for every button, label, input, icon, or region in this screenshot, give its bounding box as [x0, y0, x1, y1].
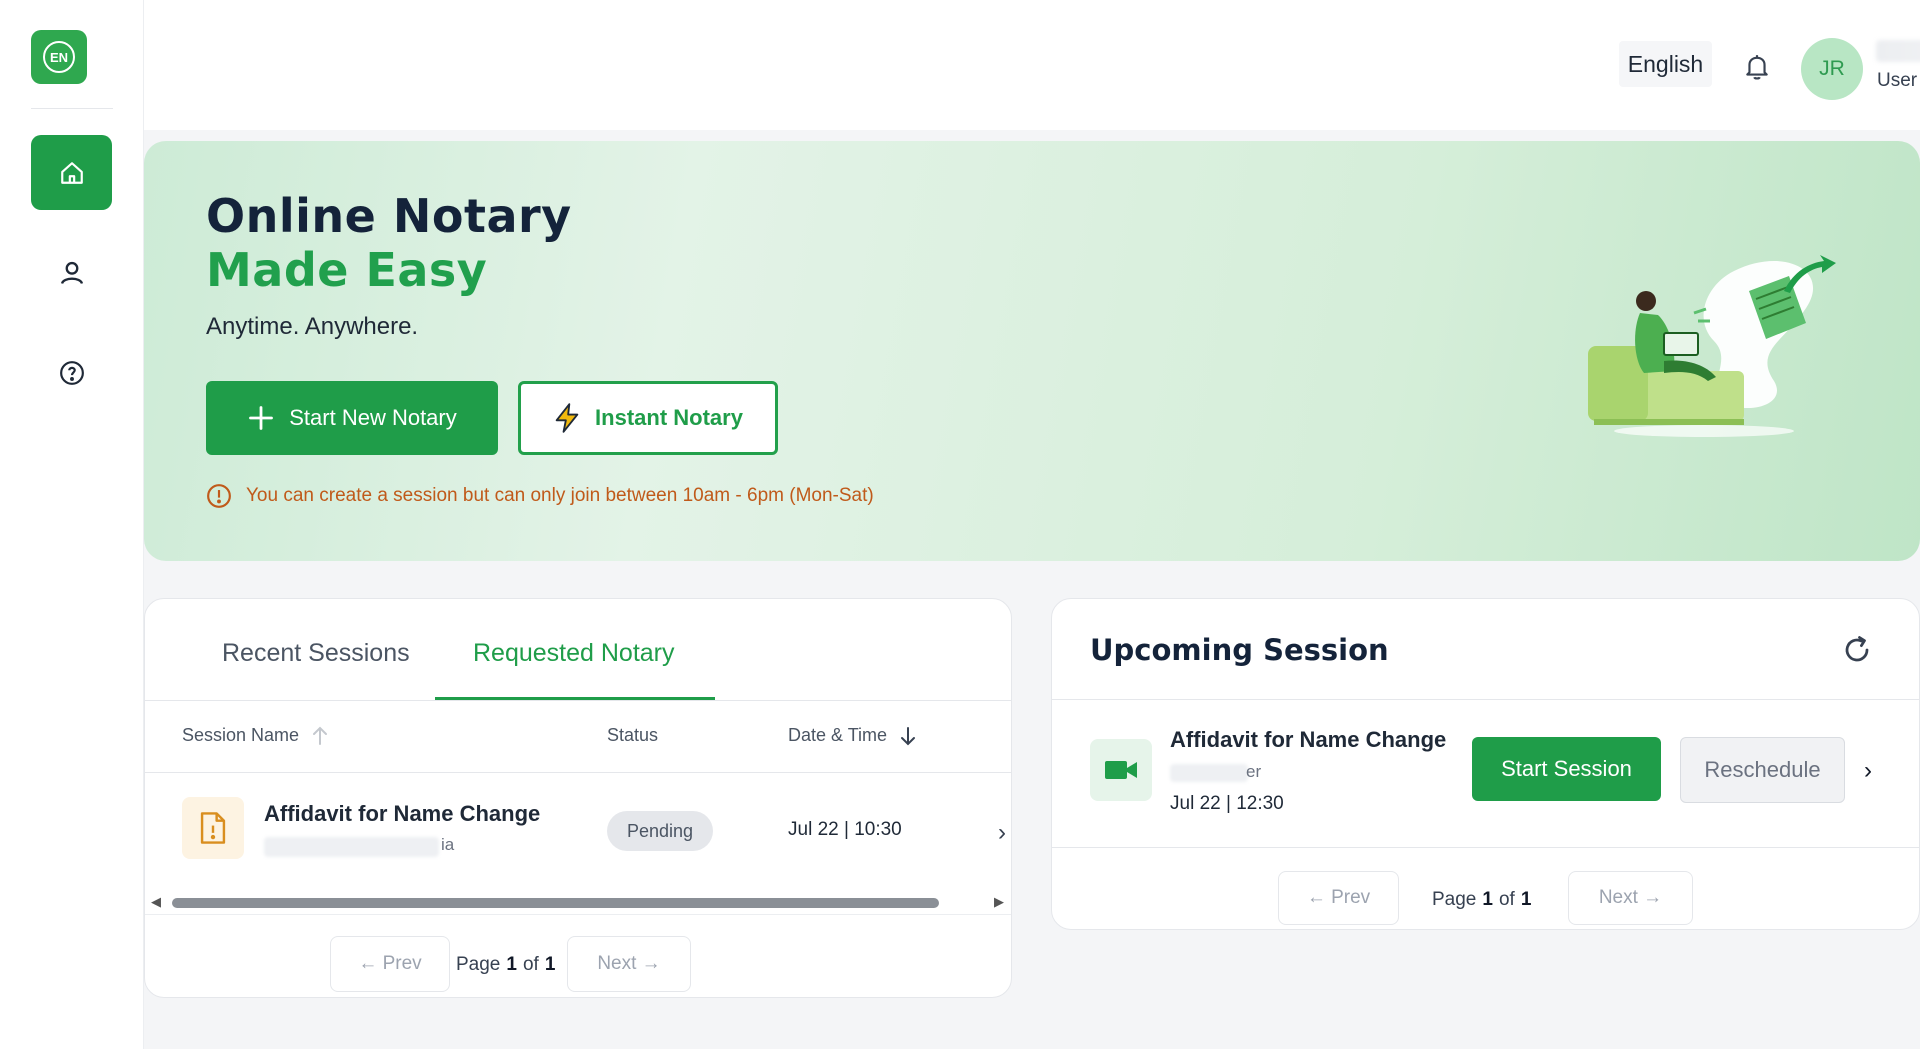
- language-selector[interactable]: English: [1619, 41, 1712, 87]
- prev-page-button[interactable]: ← Prev: [1278, 871, 1399, 925]
- help-icon: [59, 360, 84, 385]
- top-header: English JR User: [144, 0, 1920, 130]
- upcoming-session-card: Upcoming Session Affidavit for Name Chan…: [1051, 598, 1920, 930]
- app-logo[interactable]: EN: [31, 30, 87, 84]
- instant-notary-label: Instant Notary: [595, 405, 743, 430]
- lightning-icon: [555, 403, 579, 433]
- document-alert-icon: [182, 797, 244, 859]
- next-page-button[interactable]: Next →: [567, 936, 691, 992]
- session-title: Affidavit for Name Change: [264, 801, 541, 826]
- home-icon: [60, 161, 83, 184]
- user-role: User: [1877, 70, 1918, 91]
- current-page: 1: [506, 954, 517, 975]
- chevron-right-icon[interactable]: ›: [998, 819, 1006, 847]
- page-label: Page: [1432, 889, 1477, 910]
- hero-title-accent: Made Easy: [206, 243, 488, 297]
- divider: [1052, 847, 1919, 848]
- notary-illustration: [1588, 255, 1836, 437]
- horizontal-scrollbar[interactable]: ◀ ▶: [145, 889, 1011, 915]
- sidebar-item-help[interactable]: [31, 335, 112, 410]
- upcoming-subtitle-redacted: [1170, 764, 1248, 782]
- arrow-up-icon: [313, 726, 328, 745]
- start-session-button[interactable]: Start Session: [1472, 737, 1661, 801]
- session-subtitle: ia: [441, 835, 455, 854]
- refresh-button[interactable]: [1842, 635, 1872, 665]
- notifications-button[interactable]: [1744, 53, 1770, 81]
- table-row[interactable]: Affidavit for Name Change ia Pending Jul…: [145, 774, 1011, 884]
- prev-page-button[interactable]: ← Prev: [330, 936, 450, 992]
- session-hours-notice: You can create a session but can only jo…: [206, 483, 874, 509]
- bell-icon: [1746, 55, 1768, 80]
- plus-icon: [249, 406, 274, 430]
- tab-requested-notary[interactable]: Requested Notary: [473, 639, 675, 668]
- page-indicator: Page 1 of 1: [1432, 889, 1531, 911]
- page-indicator: Page 1 of 1: [456, 954, 555, 976]
- page-label: Page: [456, 954, 501, 975]
- upcoming-datetime: Jul 22 | 12:30: [1170, 793, 1284, 814]
- sidebar-item-profile[interactable]: [31, 235, 112, 310]
- total-pages: 1: [544, 954, 556, 975]
- active-tab-indicator: [435, 697, 715, 700]
- tab-recent-sessions[interactable]: Recent Sessions: [222, 639, 410, 668]
- next-page-button[interactable]: Next →: [1568, 871, 1693, 925]
- of-label: of: [522, 954, 539, 975]
- session-tabs: Recent Sessions Requested Notary: [145, 599, 1011, 701]
- sidebar: EN: [0, 0, 144, 1049]
- sessions-card: Recent Sessions Requested Notary Session…: [144, 598, 1012, 998]
- avatar[interactable]: JR: [1801, 38, 1863, 100]
- column-session-name-label: Session Name: [182, 725, 300, 745]
- upcoming-session-title: Affidavit for Name Change: [1170, 727, 1447, 752]
- chevron-right-icon[interactable]: ›: [1864, 757, 1872, 785]
- session-datetime: Jul 22 | 10:30: [788, 819, 902, 840]
- column-session-name[interactable]: Session Name: [182, 725, 329, 746]
- session-subtitle-redacted: [264, 837, 439, 857]
- hero-banner: Online Notary Made Easy Anytime. Anywher…: [144, 141, 1920, 561]
- logo-text: EN: [43, 41, 75, 73]
- refresh-icon: [1845, 636, 1869, 662]
- alert-circle-icon: [207, 484, 231, 508]
- sidebar-item-home[interactable]: [31, 135, 112, 210]
- column-date-time[interactable]: Date & Time: [788, 725, 917, 746]
- scrollbar-thumb[interactable]: [172, 898, 939, 908]
- video-camera-icon: [1090, 739, 1152, 801]
- scroll-right-icon[interactable]: ▶: [994, 894, 1004, 910]
- total-pages: 1: [1520, 889, 1532, 910]
- upcoming-title: Upcoming Session: [1090, 633, 1389, 667]
- user-name-redacted: [1876, 40, 1920, 62]
- start-new-notary-label: Start New Notary: [289, 405, 457, 430]
- column-status[interactable]: Status: [607, 725, 658, 746]
- start-new-notary-button[interactable]: Start New Notary: [206, 381, 498, 455]
- upcoming-subtitle: er: [1246, 762, 1262, 781]
- divider: [1052, 699, 1919, 700]
- of-label: of: [1498, 889, 1515, 910]
- hero-subtitle: Anytime. Anywhere.: [206, 313, 419, 340]
- status-badge: Pending: [607, 811, 713, 851]
- scroll-left-icon[interactable]: ◀: [151, 894, 161, 910]
- sidebar-divider: [31, 108, 113, 109]
- table-header: Session Name Status Date & Time: [145, 701, 1011, 773]
- notice-text: You can create a session but can only jo…: [246, 485, 874, 506]
- column-date-time-label: Date & Time: [788, 725, 888, 745]
- hero-title: Online Notary: [206, 189, 572, 243]
- arrow-down-icon: [901, 726, 916, 745]
- current-page: 1: [1482, 889, 1493, 910]
- scrollbar-track[interactable]: [172, 898, 964, 908]
- instant-notary-button[interactable]: Instant Notary: [518, 381, 778, 455]
- user-icon: [60, 261, 83, 284]
- reschedule-button[interactable]: Reschedule: [1680, 737, 1845, 803]
